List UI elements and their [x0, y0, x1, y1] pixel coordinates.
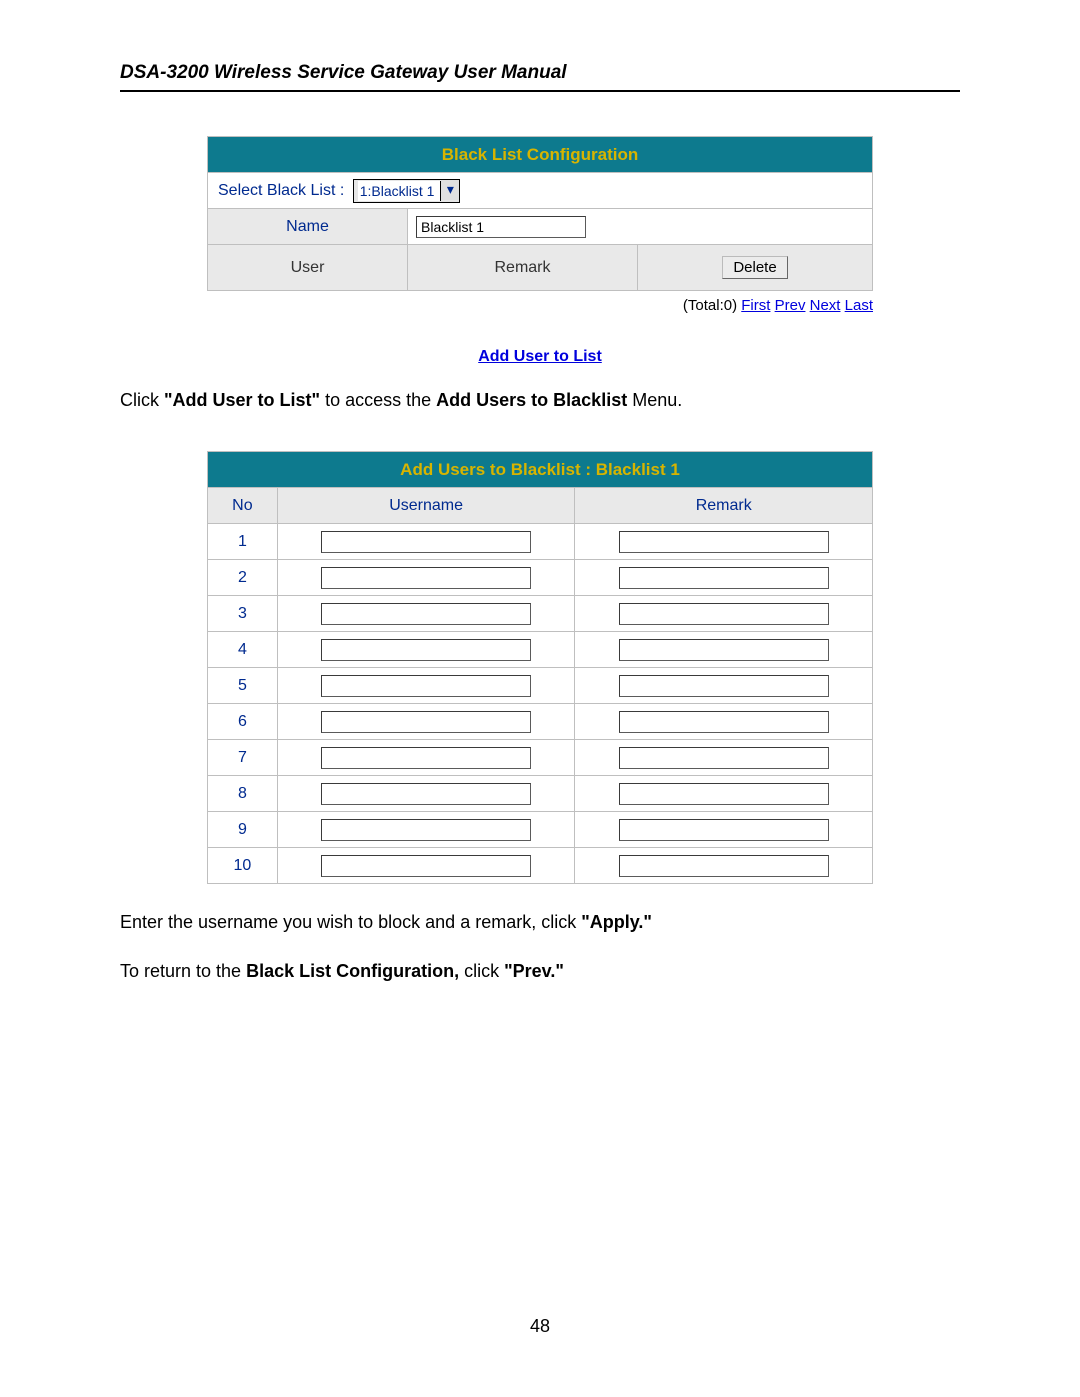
remark-cell	[575, 740, 873, 776]
col-remark: Remark	[408, 245, 638, 291]
remark-input[interactable]	[619, 783, 829, 805]
document-header: DSA-3200 Wireless Service Gateway User M…	[120, 62, 960, 92]
add-table-title: Add Users to Blacklist : Blacklist 1	[208, 452, 873, 488]
name-input[interactable]	[416, 216, 586, 238]
username-input[interactable]	[321, 747, 531, 769]
row-number: 5	[208, 668, 278, 704]
pagination-first-link[interactable]: First	[741, 297, 770, 314]
instruction-paragraph-3: To return to the Black List Configuratio…	[120, 959, 960, 984]
username-input[interactable]	[321, 675, 531, 697]
pagination-next-link[interactable]: Next	[810, 297, 841, 314]
username-input[interactable]	[321, 531, 531, 553]
table-row: 6	[208, 704, 873, 740]
username-cell	[277, 560, 575, 596]
table-row: 3	[208, 596, 873, 632]
col-username: Username	[277, 488, 575, 524]
remark-cell	[575, 812, 873, 848]
table-row: 8	[208, 776, 873, 812]
blacklist-config-table: Black List Configuration Select Black Li…	[207, 136, 873, 291]
table-row: 7	[208, 740, 873, 776]
username-input[interactable]	[321, 819, 531, 841]
username-input[interactable]	[321, 711, 531, 733]
username-cell	[277, 668, 575, 704]
remark-input[interactable]	[619, 711, 829, 733]
remark-input[interactable]	[619, 675, 829, 697]
row-number: 6	[208, 704, 278, 740]
remark-input[interactable]	[619, 531, 829, 553]
col-no: No	[208, 488, 278, 524]
table-row: 9	[208, 812, 873, 848]
select-blacklist-label: Select Black List :	[218, 182, 344, 199]
remark-cell	[575, 560, 873, 596]
row-number: 9	[208, 812, 278, 848]
name-label: Name	[208, 209, 408, 245]
col-remark2: Remark	[575, 488, 873, 524]
remark-input[interactable]	[619, 819, 829, 841]
instruction-paragraph-2: Enter the username you wish to block and…	[120, 910, 960, 935]
table-row: 5	[208, 668, 873, 704]
remark-input[interactable]	[619, 567, 829, 589]
remark-cell	[575, 704, 873, 740]
remark-cell	[575, 524, 873, 560]
row-number: 8	[208, 776, 278, 812]
table-row: 4	[208, 632, 873, 668]
remark-input[interactable]	[619, 639, 829, 661]
row-number: 10	[208, 848, 278, 884]
remark-input[interactable]	[619, 603, 829, 625]
row-number: 3	[208, 596, 278, 632]
select-blacklist-dropdown[interactable]: 1:Blacklist 1▾	[353, 179, 461, 203]
username-input[interactable]	[321, 783, 531, 805]
username-cell	[277, 740, 575, 776]
username-input[interactable]	[321, 855, 531, 877]
remark-cell	[575, 668, 873, 704]
instruction-paragraph-1: Click "Add User to List" to access the A…	[120, 388, 960, 413]
col-user: User	[208, 245, 408, 291]
remark-input[interactable]	[619, 855, 829, 877]
pagination: (Total:0) First Prev Next Last	[207, 297, 873, 314]
chevron-down-icon: ▾	[441, 180, 459, 200]
pagination-last-link[interactable]: Last	[845, 297, 873, 314]
delete-button[interactable]: Delete	[722, 256, 787, 279]
username-input[interactable]	[321, 639, 531, 661]
table-row: 1	[208, 524, 873, 560]
add-user-to-list-link[interactable]: Add User to List	[478, 348, 602, 365]
username-cell	[277, 776, 575, 812]
username-cell	[277, 524, 575, 560]
page-number: 48	[0, 1316, 1080, 1337]
username-cell	[277, 812, 575, 848]
pagination-total: (Total:0)	[683, 297, 737, 314]
pagination-prev-link[interactable]: Prev	[775, 297, 806, 314]
remark-input[interactable]	[619, 747, 829, 769]
row-number: 7	[208, 740, 278, 776]
username-cell	[277, 704, 575, 740]
row-number: 2	[208, 560, 278, 596]
table-row: 2	[208, 560, 873, 596]
username-input[interactable]	[321, 567, 531, 589]
username-input[interactable]	[321, 603, 531, 625]
remark-cell	[575, 848, 873, 884]
username-cell	[277, 596, 575, 632]
username-cell	[277, 632, 575, 668]
username-cell	[277, 848, 575, 884]
row-number: 4	[208, 632, 278, 668]
row-number: 1	[208, 524, 278, 560]
config-table-title: Black List Configuration	[208, 137, 873, 173]
remark-cell	[575, 632, 873, 668]
remark-cell	[575, 596, 873, 632]
add-users-table: Add Users to Blacklist : Blacklist 1 No …	[207, 451, 873, 884]
table-row: 10	[208, 848, 873, 884]
remark-cell	[575, 776, 873, 812]
select-blacklist-value: 1:Blacklist 1	[358, 181, 442, 201]
